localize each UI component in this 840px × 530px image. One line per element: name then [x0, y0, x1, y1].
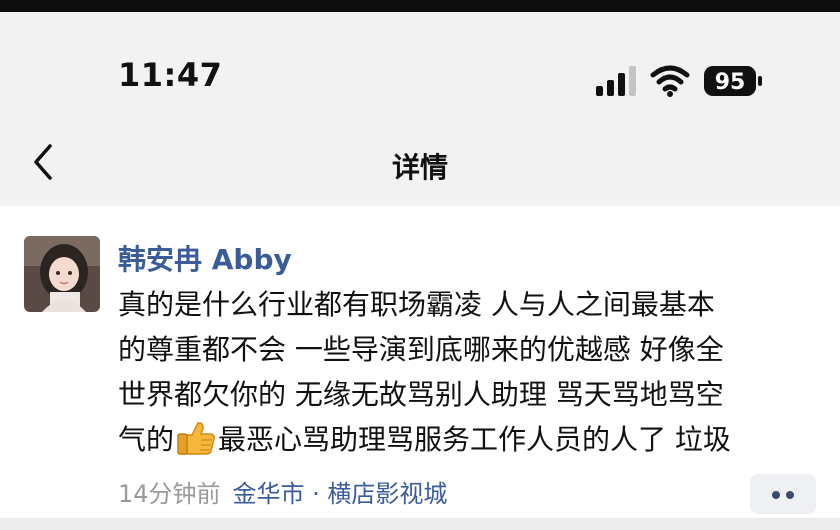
content-line: 世界都欠你的 无缘无故骂别人助理 骂天骂地骂空	[118, 378, 724, 411]
battery-level: 95	[715, 70, 746, 95]
post-location[interactable]: 金华市 · 横店影视城	[233, 480, 448, 508]
author-name[interactable]: 韩安冉 Abby	[118, 238, 292, 278]
status-icons: 95	[596, 65, 762, 97]
cellular-signal-icon	[596, 66, 636, 96]
navigation-bar: 详情	[0, 122, 840, 204]
content-line: 的尊重都不会 一些导演到底哪来的优越感 好像全	[118, 333, 724, 366]
more-dot	[772, 491, 780, 499]
thumbs-up-emoji-icon	[177, 422, 215, 455]
content-line: 真的是什么行业都有职场霸凌 人与人之间最基本	[118, 288, 715, 321]
content-line-4: 气的 最恶心骂助理骂服务工作人员的人了 垃圾	[118, 417, 830, 462]
post-content: 真的是什么行业都有职场霸凌 人与人之间最基本 的尊重都不会 一些导演到底哪来的优…	[118, 282, 830, 462]
page-title: 详情	[391, 151, 448, 184]
status-time: 11:47	[118, 56, 223, 94]
battery-icon: 95	[704, 66, 762, 96]
top-dark-band	[0, 0, 840, 12]
more-dot	[786, 491, 794, 499]
avatar-photo	[24, 236, 100, 312]
post-timestamp: 14分钟前	[118, 480, 221, 508]
wifi-icon	[650, 65, 690, 97]
bottom-divider	[0, 518, 840, 530]
more-button[interactable]	[750, 474, 816, 514]
content-line-rest: 最恶心骂助理骂服务工作人员的人了 垃圾	[218, 423, 731, 456]
post-card: 韩安冉 Abby 真的是什么行业都有职场霸凌 人与人之间最基本 的尊重都不会 一…	[0, 206, 840, 518]
avatar[interactable]	[24, 236, 100, 312]
content-line-prefix: 气的	[118, 423, 175, 456]
status-bar: 11:47 95	[0, 12, 840, 122]
post-meta: 14分钟前 金华市 · 横店影视城	[118, 474, 447, 509]
